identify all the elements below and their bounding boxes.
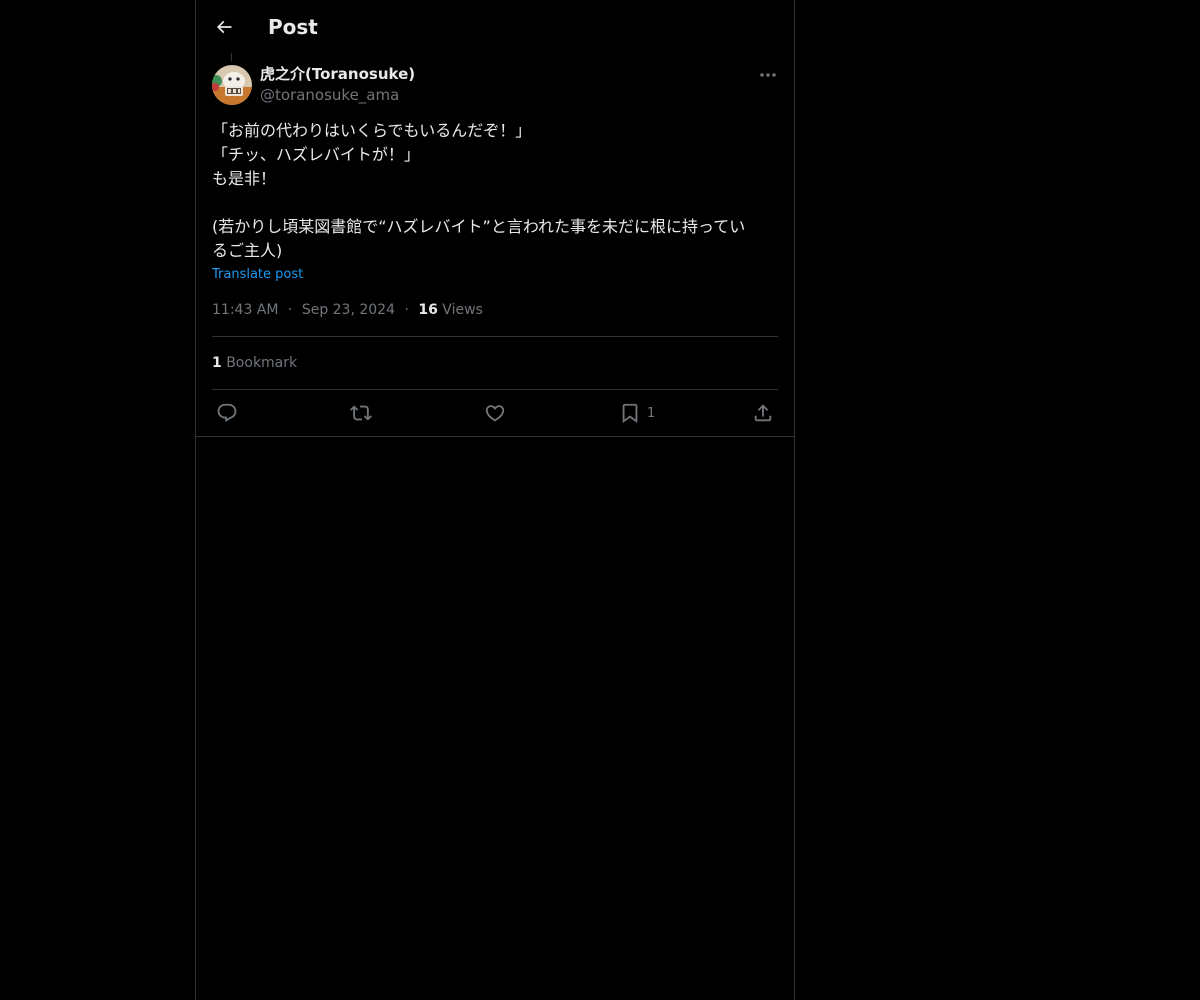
share-button[interactable] xyxy=(752,400,774,426)
author-handle[interactable]: @toranosuke_ama xyxy=(260,85,399,105)
divider xyxy=(212,336,778,337)
page-header: Post xyxy=(196,0,794,53)
post-text-line xyxy=(212,191,780,215)
post-text-line: 「チッ、ハズレバイトが！」 xyxy=(212,145,420,164)
arrow-left-icon xyxy=(214,17,234,37)
heart-icon xyxy=(484,402,506,424)
bookmark-stat-count: 1 xyxy=(212,355,222,371)
reply-button[interactable] xyxy=(216,400,238,426)
thread-line xyxy=(231,53,232,61)
share-icon xyxy=(752,402,774,424)
meta-separator: · xyxy=(287,302,293,318)
bookmark-icon xyxy=(619,402,641,424)
divider xyxy=(196,436,794,437)
meta-separator: · xyxy=(404,302,409,318)
bookmark-button[interactable]: 1 xyxy=(619,400,655,426)
bookmark-stat[interactable]: 1 Bookmark xyxy=(212,353,297,373)
translate-post-link[interactable]: Translate post xyxy=(212,266,303,284)
repost-button[interactable] xyxy=(350,400,372,426)
views-label: Views xyxy=(442,302,483,318)
page-title: Post xyxy=(268,15,318,39)
post-text: 「お前の代わりはいくらでもいるんだぞ！」 「チッ、ハズレバイトが！」 も是非！ … xyxy=(212,119,780,263)
post-text-line: るご主人) xyxy=(212,241,283,260)
bookmark-stat-label: Bookmark xyxy=(226,355,298,371)
author-display-name[interactable]: 虎之介(Toranosuke) xyxy=(260,64,415,84)
post-text-line: も是非！ xyxy=(212,169,277,188)
divider xyxy=(212,389,778,390)
avatar[interactable] xyxy=(212,65,252,105)
more-options-button[interactable] xyxy=(756,64,780,86)
post-time[interactable]: 11:43 AM xyxy=(212,302,278,318)
bookmark-count: 1 xyxy=(647,405,656,421)
post-text-line: (若かりし頃某図書館で“ハズレバイト”と言われた事を未だに根に持ってい xyxy=(212,217,746,236)
more-dots-icon xyxy=(760,73,776,77)
reply-icon xyxy=(216,402,238,424)
primary-column: Post 虎之介(Toranosuke) @toranosuke_ama 「お前… xyxy=(195,0,795,1000)
post-text-line: 「お前の代わりはいくらでもいるんだぞ！」 xyxy=(212,121,532,140)
like-button[interactable] xyxy=(484,400,506,426)
repost-icon xyxy=(350,402,372,424)
back-button[interactable] xyxy=(207,10,241,44)
views-count: 16 xyxy=(418,302,438,318)
post-meta: 11:43 AM · Sep 23, 2024 · 16 Views xyxy=(212,300,483,320)
post-date[interactable]: Sep 23, 2024 xyxy=(302,302,395,318)
